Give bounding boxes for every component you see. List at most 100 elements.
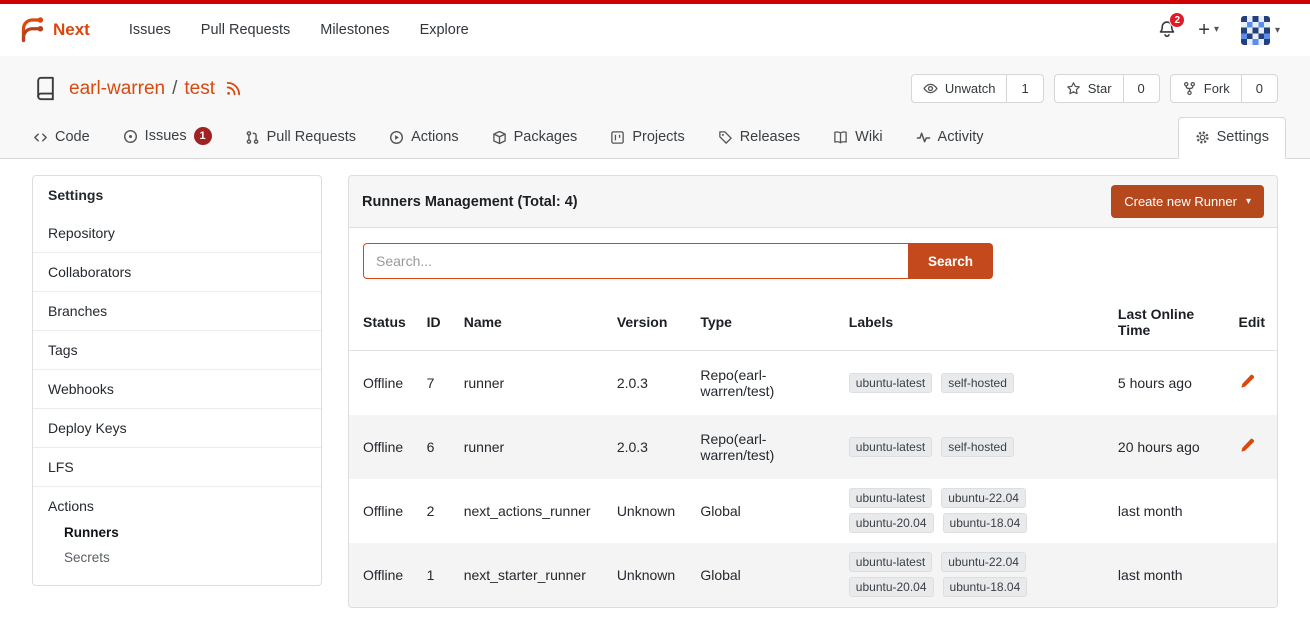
- runner-labels: ubuntu-latestubuntu-22.04ubuntu-20.04ubu…: [849, 488, 1069, 533]
- nav-item-explore[interactable]: Explore: [405, 22, 484, 38]
- table-header-row: StatusIDNameVersionTypeLabelsLast Online…: [349, 294, 1277, 351]
- fork-label: Fork: [1204, 81, 1230, 96]
- edit-runner-button[interactable]: [1239, 373, 1255, 389]
- runner-type: Repo(earl-warren/test): [692, 415, 840, 479]
- runner-labels-cell: ubuntu-latestubuntu-22.04ubuntu-20.04ubu…: [841, 543, 1110, 607]
- tab-pull-requests[interactable]: Pull Requests: [236, 119, 365, 158]
- sidebar-item-tags[interactable]: Tags: [33, 330, 321, 369]
- fork-count[interactable]: 0: [1242, 74, 1278, 103]
- repo-owner-link[interactable]: earl-warren: [69, 78, 165, 100]
- sidebar-item-repository[interactable]: Repository: [33, 214, 321, 252]
- tab-wiki[interactable]: Wiki: [824, 119, 891, 158]
- fork-icon: [1182, 81, 1197, 96]
- tab-label: Pull Requests: [267, 129, 356, 145]
- edit-runner-button[interactable]: [1239, 437, 1255, 453]
- runner-version: Unknown: [609, 543, 693, 607]
- runner-version: 2.0.3: [609, 351, 693, 415]
- pencil-icon: [1239, 373, 1255, 389]
- runner-name: next_actions_runner: [456, 479, 609, 543]
- column-header-id: ID: [419, 294, 456, 351]
- create-runner-button[interactable]: Create new Runner ▾: [1111, 185, 1264, 218]
- create-runner-label: Create new Runner: [1124, 194, 1237, 209]
- repo-actions: Unwatch1Star0Fork0: [911, 74, 1278, 103]
- star-count[interactable]: 0: [1124, 74, 1160, 103]
- nav-item-pull-requests[interactable]: Pull Requests: [186, 22, 305, 38]
- wiki-icon: [833, 130, 848, 145]
- runner-search-form: Search: [349, 228, 1277, 294]
- sidebar-header: Settings: [33, 176, 321, 214]
- settings-sidebar: Settings RepositoryCollaboratorsBranches…: [32, 175, 322, 586]
- runner-label-chip: self-hosted: [941, 373, 1014, 393]
- tab-code[interactable]: Code: [24, 119, 99, 158]
- tab-releases[interactable]: Releases: [709, 119, 809, 158]
- runner-edit-cell: [1231, 543, 1277, 607]
- runner-id: 1: [419, 543, 456, 607]
- runner-label-chip: ubuntu-latest: [849, 488, 932, 508]
- tab-packages[interactable]: Packages: [483, 119, 587, 158]
- create-new-menu[interactable]: + ▾: [1198, 20, 1219, 40]
- runner-type: Global: [692, 479, 840, 543]
- column-header-name: Name: [456, 294, 609, 351]
- chevron-down-icon: ▾: [1214, 25, 1219, 35]
- column-header-version: Version: [609, 294, 693, 351]
- repo-name-link[interactable]: test: [184, 78, 215, 100]
- sidebar-item-lfs[interactable]: LFS: [33, 447, 321, 486]
- runner-id: 6: [419, 415, 456, 479]
- notification-count-badge: 2: [1169, 12, 1185, 28]
- tab-projects[interactable]: Projects: [601, 119, 693, 158]
- runner-label-chip: ubuntu-20.04: [849, 577, 934, 597]
- unwatch-count[interactable]: 1: [1007, 74, 1043, 103]
- tab-settings[interactable]: Settings: [1178, 117, 1286, 159]
- forgejo-logo-icon[interactable]: [16, 15, 46, 45]
- sidebar-item-collaborators[interactable]: Collaborators: [33, 252, 321, 291]
- tab-label: Actions: [411, 129, 459, 145]
- package-icon: [492, 130, 507, 145]
- repo-title: earl-warren / test: [69, 78, 242, 100]
- runner-last-online: 20 hours ago: [1110, 415, 1231, 479]
- search-button[interactable]: Search: [908, 243, 993, 279]
- sidebar-item-branches[interactable]: Branches: [33, 291, 321, 330]
- tab-label: Activity: [938, 129, 984, 145]
- runner-labels: ubuntu-latest self-hosted: [849, 373, 1069, 393]
- eye-icon: [923, 81, 938, 96]
- code-icon: [33, 130, 48, 145]
- sidebar-item-runners[interactable]: Runners: [64, 520, 306, 545]
- tab-label: Issues: [145, 128, 187, 144]
- star-button[interactable]: Star: [1054, 74, 1124, 103]
- pull-request-icon: [245, 130, 260, 145]
- runner-name: runner: [456, 351, 609, 415]
- tab-activity[interactable]: Activity: [907, 119, 993, 158]
- unwatch-button[interactable]: Unwatch: [911, 74, 1008, 103]
- sidebar-actions-label: Actions: [48, 498, 94, 514]
- nav-item-issues[interactable]: Issues: [114, 22, 186, 38]
- runner-name: runner: [456, 415, 609, 479]
- rss-feed-icon[interactable]: [225, 80, 242, 97]
- runner-label-chip: ubuntu-22.04: [941, 552, 1026, 572]
- sidebar-item-webhooks[interactable]: Webhooks: [33, 369, 321, 408]
- column-header-last-online-time: Last Online Time: [1110, 294, 1231, 351]
- runners-panel: Runners Management (Total: 4) Create new…: [348, 175, 1278, 608]
- runner-labels-cell: ubuntu-latestself-hosted: [841, 415, 1110, 479]
- search-input[interactable]: [363, 243, 908, 279]
- issues-count-badge: 1: [194, 127, 212, 145]
- runner-label-chip: ubuntu-latest: [849, 373, 932, 393]
- sidebar-item-deploy-keys[interactable]: Deploy Keys: [33, 408, 321, 447]
- notifications-button[interactable]: 2: [1158, 20, 1176, 41]
- fork-button[interactable]: Fork: [1170, 74, 1242, 103]
- brand-name[interactable]: Next: [53, 20, 90, 40]
- runner-labels: ubuntu-latestself-hosted: [849, 437, 1069, 457]
- runner-label-chip: ubuntu-18.04: [943, 513, 1028, 533]
- runner-version: Unknown: [609, 479, 693, 543]
- sidebar-item-secrets[interactable]: Secrets: [64, 545, 306, 570]
- tab-label: Releases: [740, 129, 800, 145]
- sidebar-item-actions[interactable]: Actions RunnersSecrets: [33, 486, 321, 585]
- table-row: Offline7runner2.0.3Repo(earl-warren/test…: [349, 351, 1277, 415]
- nav-item-milestones[interactable]: Milestones: [305, 22, 404, 38]
- runner-edit-cell: [1231, 415, 1277, 479]
- runner-type: Global: [692, 543, 840, 607]
- tab-actions[interactable]: Actions: [380, 119, 468, 158]
- unwatch-label: Unwatch: [945, 81, 996, 96]
- runner-labels-cell: ubuntu-latestubuntu-22.04ubuntu-20.04ubu…: [841, 479, 1110, 543]
- tab-issues[interactable]: Issues 1: [114, 117, 221, 158]
- user-menu[interactable]: ▾: [1241, 16, 1280, 45]
